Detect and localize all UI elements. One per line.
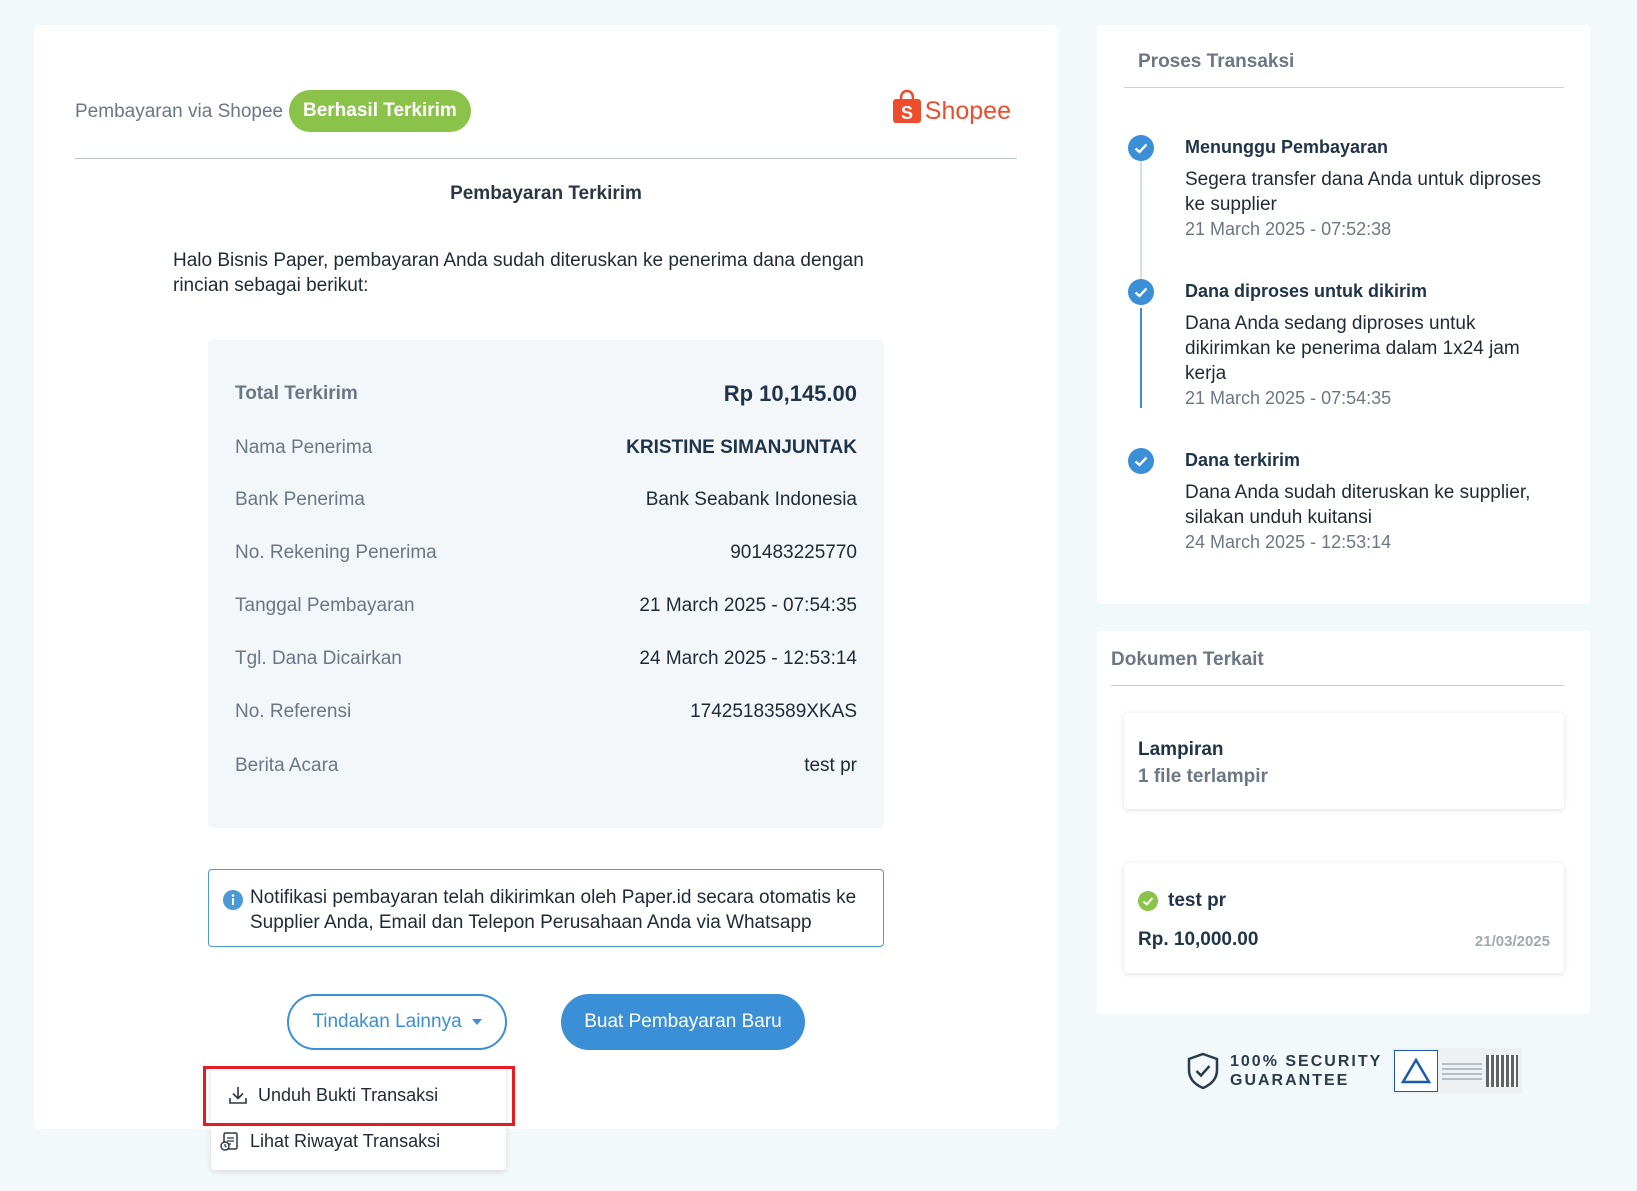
security-text: 100% SECURITY GUARANTEE: [1230, 1052, 1382, 1090]
detail-value: 901483225770: [730, 542, 857, 563]
shield-check-icon: [1187, 1052, 1219, 1090]
attachment-card[interactable]: Lampiran 1 file terlampir: [1124, 713, 1564, 809]
step-title: Menunggu Pembayaran: [1185, 137, 1389, 157]
check-circle-icon: [1138, 891, 1158, 911]
detail-label: Tgl. Dana Dicairkan: [235, 648, 402, 669]
detail-row-bank: Bank Penerima Bank Seabank Indonesia: [235, 484, 857, 516]
detail-row-reference: No. Referensi 17425183589XKAS: [235, 696, 857, 728]
notification-notice: Notifikasi pembayaran telah dikirimkan o…: [208, 869, 884, 947]
svg-text:S: S: [901, 103, 913, 123]
step-check-icon: [1128, 135, 1154, 161]
step-description: Segera transfer dana Anda untuk diproses…: [1185, 169, 1541, 215]
panel-divider: [1124, 87, 1564, 88]
detail-row-account: No. Rekening Penerima 901483225770: [235, 537, 857, 569]
document-date: 21/03/2025: [1474, 933, 1550, 950]
more-actions-dropdown: Unduh Bukti Transaksi Lihat Riwayat Tran…: [211, 1064, 506, 1170]
timeline-line: [1140, 308, 1142, 408]
detail-value: 17425183589XKAS: [690, 701, 857, 722]
document-amount: Rp. 10,000.00: [1138, 929, 1259, 950]
tuv-certified-icon: [1394, 1050, 1439, 1092]
timeline-line: [1140, 158, 1142, 286]
step-timestamp: 21 March 2025 - 07:54:35: [1185, 388, 1392, 408]
detail-row-recipient: Nama Penerima KRISTINE SIMANJUNTAK: [235, 432, 857, 464]
attachment-count: 1 file terlampir: [1138, 766, 1268, 787]
menu-item-label: Unduh Bukti Transaksi: [258, 1084, 439, 1105]
detail-label: Tanggal Pembayaran: [235, 595, 415, 616]
shopee-bag-icon: S: [892, 89, 921, 123]
intro-text: Halo Bisnis Paper, pembayaran Anda sudah…: [173, 250, 864, 296]
card-header: Pembayaran via Shopee Berhasil Terkirim …: [75, 63, 1017, 159]
attachment-title: Lampiran: [1138, 739, 1224, 760]
status-badge: Berhasil Terkirim: [289, 90, 471, 132]
detail-label: Nama Penerima: [235, 437, 373, 458]
detail-label: Bank Penerima: [235, 489, 365, 510]
payment-method-label: Pembayaran via Shopee: [75, 101, 284, 122]
detail-label: No. Referensi: [235, 701, 352, 722]
detail-value: test pr: [804, 755, 857, 776]
detail-label: Total Terkirim: [235, 383, 358, 404]
related-documents-panel: Dokumen Terkait Lampiran 1 file terlampi…: [1097, 631, 1590, 1014]
panel-title: Proses Transaksi: [1138, 51, 1295, 72]
document-item-card[interactable]: test pr Rp. 10,000.00 21/03/2025: [1124, 863, 1564, 973]
detail-row-total: Total Terkirim Rp 10,145.00: [235, 378, 857, 410]
download-icon: [229, 1087, 247, 1104]
transaction-process-panel: Proses Transaksi Menunggu Pembayaran Seg…: [1097, 25, 1590, 604]
detail-label: Berita Acara: [235, 755, 339, 776]
document-name: test pr: [1168, 890, 1227, 911]
detail-value: 24 March 2025 - 12:53:14: [639, 648, 857, 669]
menu-item-label: Lihat Riwayat Transaksi: [250, 1130, 441, 1151]
security-line-1: 100% SECURITY: [1230, 1053, 1383, 1070]
step-description: Dana Anda sedang diproses untuk dikirimk…: [1185, 313, 1520, 384]
more-actions-button[interactable]: Tindakan Lainnya: [287, 994, 507, 1050]
payment-detail-card: Pembayaran via Shopee Berhasil Terkirim …: [34, 25, 1058, 1129]
detail-value: Bank Seabank Indonesia: [645, 489, 857, 510]
payment-details: Total Terkirim Rp 10,145.00 Nama Penerim…: [208, 340, 884, 828]
security-line-2: GUARANTEE: [1230, 1072, 1350, 1089]
certification-details: [1442, 1062, 1483, 1080]
history-icon: [220, 1132, 238, 1151]
detail-label: No. Rekening Penerima: [235, 542, 437, 563]
step-timestamp: 24 March 2025 - 12:53:14: [1185, 532, 1392, 552]
shopee-logo: S Shopee: [891, 89, 1011, 125]
notice-text: Notifikasi pembayaran telah dikirimkan o…: [250, 887, 857, 933]
new-payment-button[interactable]: Buat Pembayaran Baru: [561, 994, 805, 1050]
shopee-logo-text: Shopee: [924, 97, 1011, 125]
menu-item-download-receipt[interactable]: Unduh Bukti Transaksi: [227, 1075, 438, 1115]
detail-value: KRISTINE SIMANJUNTAK: [626, 437, 857, 458]
step-description: Dana Anda sudah diteruskan ke supplier, …: [1185, 482, 1531, 528]
detail-row-note: Berita Acara test pr: [235, 750, 857, 782]
security-guarantee: 100% SECURITY GUARANTEE: [1186, 1047, 1523, 1095]
detail-row-payment-date: Tanggal Pembayaran 21 March 2025 - 07:54…: [235, 590, 857, 622]
certification-badge: [1392, 1048, 1523, 1094]
menu-item-transaction-history[interactable]: Lihat Riwayat Transaksi: [219, 1121, 440, 1161]
step-check-icon: [1128, 448, 1154, 474]
page-title: Pembayaran Terkirim: [450, 183, 642, 204]
detail-value: 21 March 2025 - 07:54:35: [639, 595, 857, 616]
step-title: Dana diproses untuk dikirim: [1185, 281, 1428, 301]
qr-code-icon: [1486, 1055, 1519, 1087]
panel-title: Dokumen Terkait: [1111, 649, 1264, 670]
caret-down-icon: [471, 1019, 482, 1025]
more-actions-label: Tindakan Lainnya: [312, 1011, 462, 1032]
detail-row-disbursed-date: Tgl. Dana Dicairkan 24 March 2025 - 12:5…: [235, 643, 857, 675]
panel-divider: [1111, 685, 1564, 686]
detail-value: Rp 10,145.00: [723, 381, 857, 406]
step-title: Dana terkirim: [1185, 450, 1301, 470]
step-check-icon: [1128, 279, 1154, 305]
step-timestamp: 21 March 2025 - 07:52:38: [1185, 219, 1392, 239]
info-icon: [223, 890, 243, 910]
